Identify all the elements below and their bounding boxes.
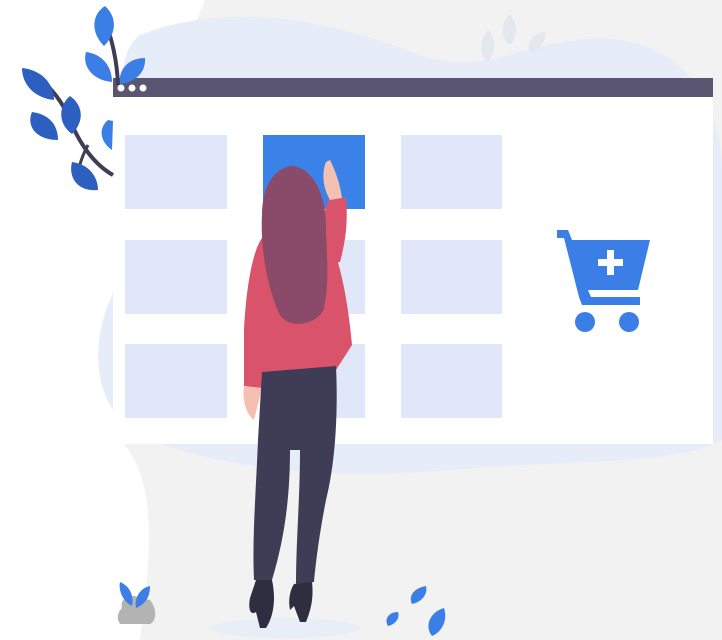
leaf-icon bbox=[30, 112, 58, 140]
browser-window bbox=[113, 78, 713, 444]
window-titlebar bbox=[113, 78, 713, 97]
leaf-icon bbox=[71, 162, 98, 191]
sprout-icon bbox=[117, 582, 156, 624]
product-tile[interactable] bbox=[401, 240, 502, 314]
product-tile[interactable] bbox=[125, 344, 227, 418]
leaf-icon bbox=[61, 96, 81, 134]
product-tile[interactable] bbox=[125, 240, 227, 314]
leaf-icon bbox=[101, 120, 113, 150]
window-dot-icon[interactable] bbox=[139, 84, 147, 92]
cart-wheel bbox=[619, 312, 639, 332]
leaf-icon bbox=[22, 68, 54, 100]
ground-shadow bbox=[210, 618, 360, 638]
cart-wheel bbox=[575, 312, 595, 332]
leaf-icon bbox=[85, 52, 112, 82]
product-tile[interactable] bbox=[401, 135, 502, 209]
window-dot-icon[interactable] bbox=[128, 84, 136, 92]
window-dot-icon[interactable] bbox=[117, 84, 125, 92]
product-tile[interactable] bbox=[125, 135, 227, 209]
plus-icon bbox=[598, 259, 623, 266]
illustration bbox=[22, 0, 722, 640]
product-tile[interactable] bbox=[401, 344, 502, 418]
